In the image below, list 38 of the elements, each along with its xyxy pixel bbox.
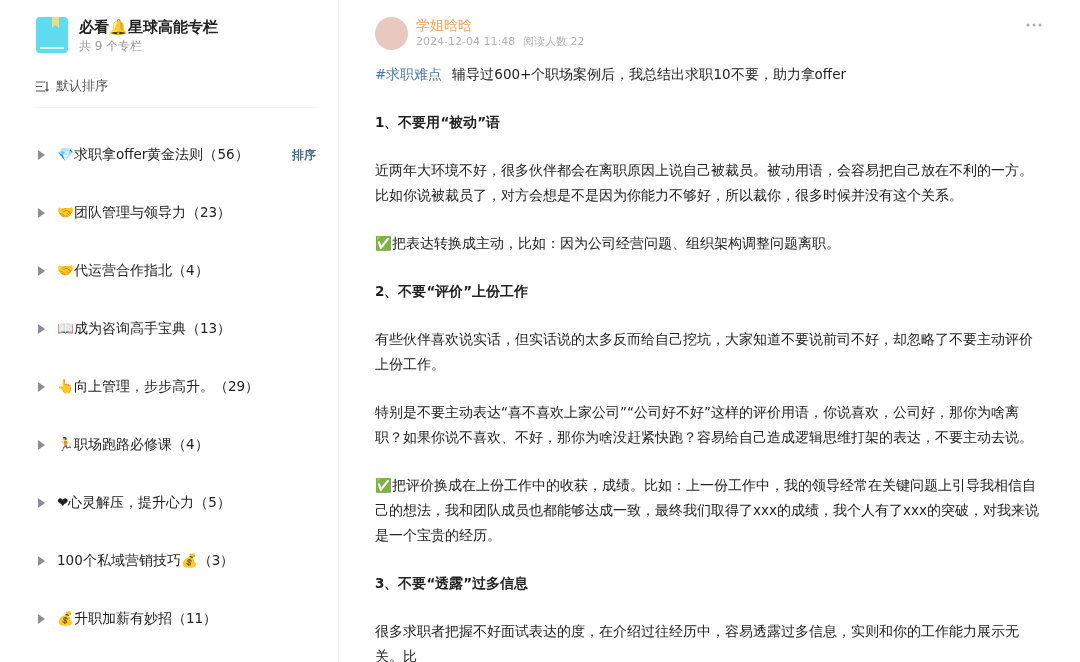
column-item[interactable]: 🏃职场跑路必修课（4） xyxy=(57,436,316,454)
paragraph: 特别是不要主动表达“喜不喜欢上家公司”“公司好不好”这样的评价用语，你说喜欢，公司好，那你为啥离职？如果你说不喜欢、不好，那你为啥没赶紧快跑？容易给自己造成逻辑思维打架的表达，不要主动去说。 xyxy=(375,403,1034,447)
caret-icon[interactable] xyxy=(38,324,45,334)
caret-icon[interactable] xyxy=(38,382,45,392)
column-item[interactable]: 🤝团队管理与领导力（23） xyxy=(57,204,316,222)
column-item[interactable]: 💰升职加薪有妙招（11） xyxy=(57,610,316,628)
caret-icon[interactable] xyxy=(38,498,45,508)
column-item[interactable]: 👆向上管理，步步高升。（29） xyxy=(57,378,316,396)
caret-icon[interactable] xyxy=(38,556,45,566)
collection-count: 共 9 个专栏 xyxy=(79,38,144,55)
sort-link[interactable]: 排序 xyxy=(292,146,316,164)
caret-icon[interactable] xyxy=(38,440,45,450)
caret-icon[interactable] xyxy=(38,614,45,624)
column-item[interactable]: 🤝代运营合作指北（4） xyxy=(57,262,316,280)
column-item[interactable]: 100个私域营销技巧💰（3） xyxy=(57,552,316,570)
paragraph: ✅把评价换成在上份工作中的收获，成绩。比如：上一份工作中，我的领导经常在关键问题上引导我相信自己的想法，我和团队成员也都能够达成一致，最终我们取得了xxx的成绩，我个人有了xxx的突破，对我来说是一个宝贵的经历。 xyxy=(375,476,1040,545)
book-icon xyxy=(36,17,68,53)
post-date: 2024-12-04 11:48 xyxy=(416,34,516,50)
post-intro: 辅导过600+个职场案例后，我总结出求职10不要，助力拿offer xyxy=(452,65,846,84)
caret-icon[interactable] xyxy=(38,208,45,218)
more-icon[interactable] xyxy=(1026,23,1042,27)
caret-icon[interactable] xyxy=(38,150,45,160)
section-heading: 3、不要“透露”过多信息 xyxy=(375,574,530,593)
paragraph: 有些伙伴喜欢说实话，但实话说的太多反而给自己挖坑，大家知道不要说前司不好，却忽略了不要主动评价上份工作。 xyxy=(375,330,1034,374)
caret-icon[interactable] xyxy=(38,266,45,276)
column-item[interactable]: 💎求职拿offer黄金法则（56） xyxy=(57,146,292,164)
paragraph: 近两年大环境不好，很多伙伴都会在离职原因上说自己被裁员。被动用语，会容易把自己放在不利的一方。比如你说被裁员了，对方会想是不是因为你能力不够好，所以裁你，很多时候并没有这个关系。 xyxy=(375,161,1034,205)
section-heading: 1、不要用“被动”语 xyxy=(375,113,502,132)
sort-icon xyxy=(36,81,49,92)
hashtag-link[interactable]: #求职难点 xyxy=(375,62,443,87)
column-item[interactable]: 📖成为咨询高手宝典（13） xyxy=(57,320,316,338)
paragraph: ✅把表达转换成主动，比如：因为公司经营问题、组织架构调整问题离职。 xyxy=(375,234,841,253)
paragraph: 很多求职者把握不好面试表达的度，在介绍过往经历中，容易透露过多信息，实则和你的工作能力展示无关。比 xyxy=(375,622,1020,662)
sort-button[interactable]: 默认排序 xyxy=(36,78,108,95)
collection-title: 必看🔔星球高能专栏 xyxy=(79,17,218,37)
read-count: 阅读人数 22 xyxy=(523,34,585,50)
column-item[interactable]: ❤心灵解压，提升心力（5） xyxy=(57,494,316,512)
section-heading: 2、不要“评价”上份工作 xyxy=(375,282,530,301)
